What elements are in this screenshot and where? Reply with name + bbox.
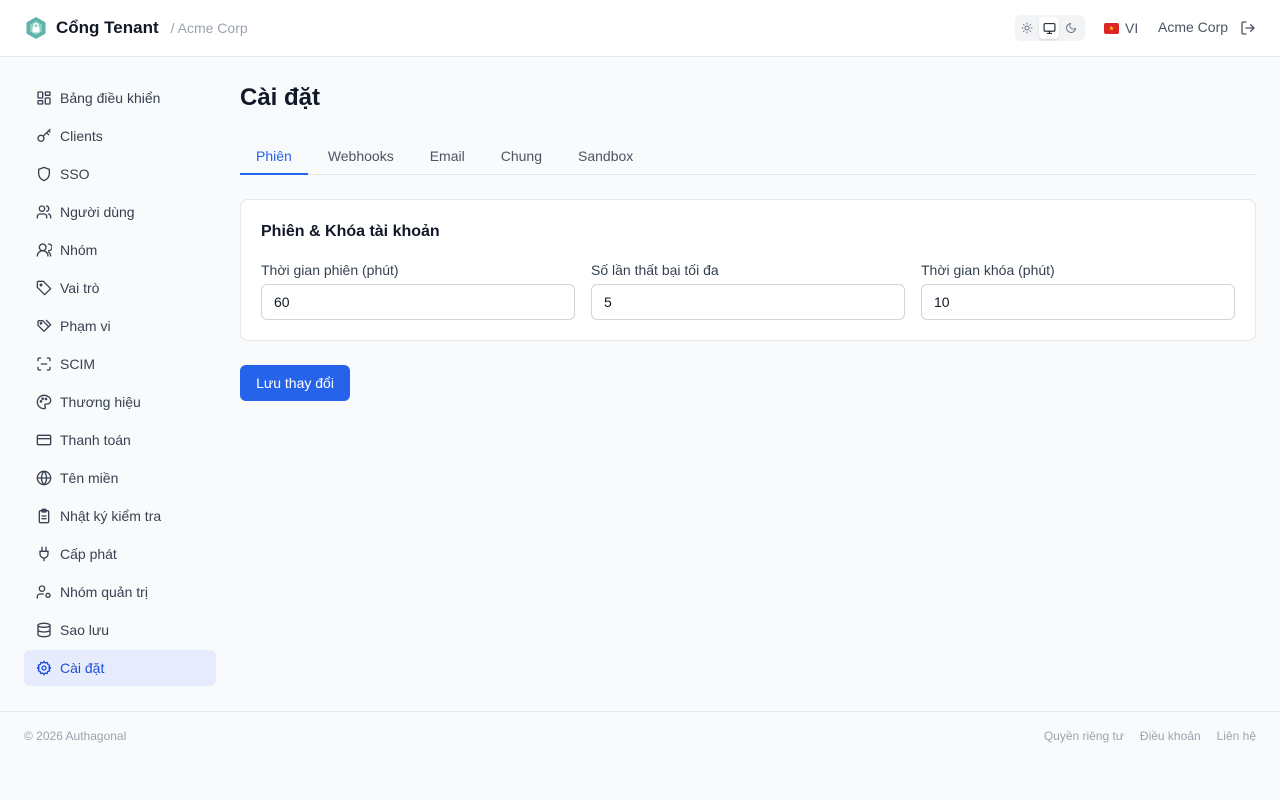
session-lockout-card: Phiên & Khóa tài khoản Thời gian phiên (… — [240, 199, 1256, 341]
sidebar-item-label: Tên miền — [60, 470, 119, 486]
sidebar-item-label: Nhóm quản trị — [60, 584, 148, 600]
card-title: Phiên & Khóa tài khoản — [261, 223, 440, 240]
sidebar-item-audit-log[interactable]: Nhật ký kiểm tra — [24, 498, 216, 534]
sidebar-item-roles[interactable]: Vai trò — [24, 270, 216, 306]
sidebar-item-sso[interactable]: SSO — [24, 156, 216, 192]
sidebar-item-branding[interactable]: Thương hiệu — [24, 384, 216, 420]
session-timeout-field: Thời gian phiên (phút) — [261, 262, 575, 320]
sidebar-item-label: Nhóm — [60, 242, 98, 258]
tab-general[interactable]: Chung — [485, 138, 558, 175]
sidebar-item-label: Nhật ký kiểm tra — [60, 508, 162, 524]
sidebar-item-label: Cấp phát — [60, 546, 117, 562]
sidebar-item-admin-groups[interactable]: Nhóm quản trị — [24, 574, 216, 610]
shield-lock-icon — [24, 16, 48, 40]
users-icon — [36, 204, 52, 220]
lockout-duration-input[interactable] — [921, 284, 1235, 320]
user-group-icon — [36, 242, 52, 258]
max-failed-attempts-label: Số lần thất bại tối đa — [591, 262, 719, 278]
plug-icon — [36, 546, 52, 562]
max-failed-attempts-field: Số lần thất bại tối đa — [591, 262, 905, 320]
language-selector[interactable]: VI — [1104, 20, 1138, 36]
gear-icon — [36, 660, 52, 676]
app-title: Cổng Tenant — [56, 18, 159, 37]
lockout-duration-field: Thời gian khóa (phút) — [921, 262, 1235, 320]
privacy-link[interactable]: Quyền riêng tư — [1044, 729, 1124, 743]
max-failed-attempts-input[interactable] — [591, 284, 905, 320]
sidebar-item-label: Thanh toán — [60, 432, 131, 448]
vietnam-flag-icon — [1104, 22, 1119, 34]
clipboard-icon — [36, 508, 52, 524]
database-icon — [36, 622, 52, 638]
theme-switcher — [1015, 15, 1085, 41]
user-cog-icon — [36, 584, 52, 600]
save-button[interactable]: Lưu thay đổi — [240, 365, 350, 401]
sidebar-item-label: Thương hiệu — [60, 394, 141, 410]
sidebar-nav: Bảng điều khiển Clients SSO Người dùng N… — [24, 80, 216, 688]
settings-tabs: Phiên Webhooks Email Chung Sandbox — [240, 138, 1256, 175]
sidebar-item-label: Clients — [60, 128, 103, 144]
sidebar-item-label: Người dùng — [60, 204, 135, 220]
sidebar-item-scim[interactable]: SCIM — [24, 346, 216, 382]
contact-link[interactable]: Liên hệ — [1217, 729, 1256, 743]
key-icon — [36, 128, 52, 144]
tab-email[interactable]: Email — [414, 138, 481, 175]
shield-icon — [36, 166, 52, 182]
globe-icon — [36, 470, 52, 486]
sidebar-item-label: SCIM — [60, 356, 95, 372]
session-timeout-label: Thời gian phiên (phút) — [261, 262, 399, 278]
language-code: VI — [1125, 20, 1139, 36]
footer-links: Quyền riêng tư Điều khoản Liên hệ — [1044, 729, 1256, 743]
terms-link[interactable]: Điều khoản — [1140, 729, 1201, 743]
sidebar-item-label: Vai trò — [60, 280, 100, 296]
sidebar-item-domains[interactable]: Tên miền — [24, 460, 216, 496]
tab-sandbox[interactable]: Sandbox — [562, 138, 649, 175]
top-header: Cổng Tenant / Acme Corp VI Acme Corp — [0, 0, 1280, 57]
monitor-icon[interactable] — [1039, 17, 1059, 39]
sidebar-item-dashboard[interactable]: Bảng điều khiển — [24, 80, 216, 116]
sidebar-item-label: Bảng điều khiển — [60, 90, 161, 106]
sun-icon[interactable] — [1017, 17, 1037, 39]
logout-icon[interactable] — [1240, 19, 1256, 37]
tags-icon — [36, 318, 52, 334]
sidebar-item-label: Cài đặt — [60, 660, 105, 676]
sidebar-item-users[interactable]: Người dùng — [24, 194, 216, 230]
session-timeout-input[interactable] — [261, 284, 575, 320]
credit-card-icon — [36, 432, 52, 448]
sidebar-item-label: Sao lưu — [60, 622, 110, 638]
sidebar-item-scopes[interactable]: Phạm vi — [24, 308, 216, 344]
sidebar-item-groups[interactable]: Nhóm — [24, 232, 216, 268]
tab-webhooks[interactable]: Webhooks — [312, 138, 410, 175]
sidebar-item-provisioning[interactable]: Cấp phát — [24, 536, 216, 572]
sidebar-item-backup[interactable]: Sao lưu — [24, 612, 216, 648]
org-name: Acme Corp — [1158, 19, 1229, 35]
tenant-breadcrumb: / Acme Corp — [170, 20, 248, 36]
tab-session[interactable]: Phiên — [240, 138, 308, 175]
sidebar-item-clients[interactable]: Clients — [24, 118, 216, 154]
tag-icon — [36, 280, 52, 296]
sidebar-item-billing[interactable]: Thanh toán — [24, 422, 216, 458]
copyright-text: © 2026 Authagonal — [24, 729, 127, 743]
sidebar-item-label: Phạm vi — [60, 318, 111, 334]
sidebar-item-label: SSO — [60, 166, 90, 182]
scan-icon — [36, 356, 52, 372]
dashboard-grid-icon — [36, 90, 52, 106]
brand[interactable]: Cổng Tenant / Acme Corp — [24, 16, 248, 40]
footer: © 2026 Authagonal Quyền riêng tư Điều kh… — [0, 711, 1280, 800]
page-title: Cài đặt — [240, 84, 321, 111]
lockout-duration-label: Thời gian khóa (phút) — [921, 262, 1055, 278]
sidebar-item-settings[interactable]: Cài đặt — [24, 650, 216, 686]
moon-icon[interactable] — [1061, 17, 1081, 39]
palette-icon — [36, 394, 52, 410]
